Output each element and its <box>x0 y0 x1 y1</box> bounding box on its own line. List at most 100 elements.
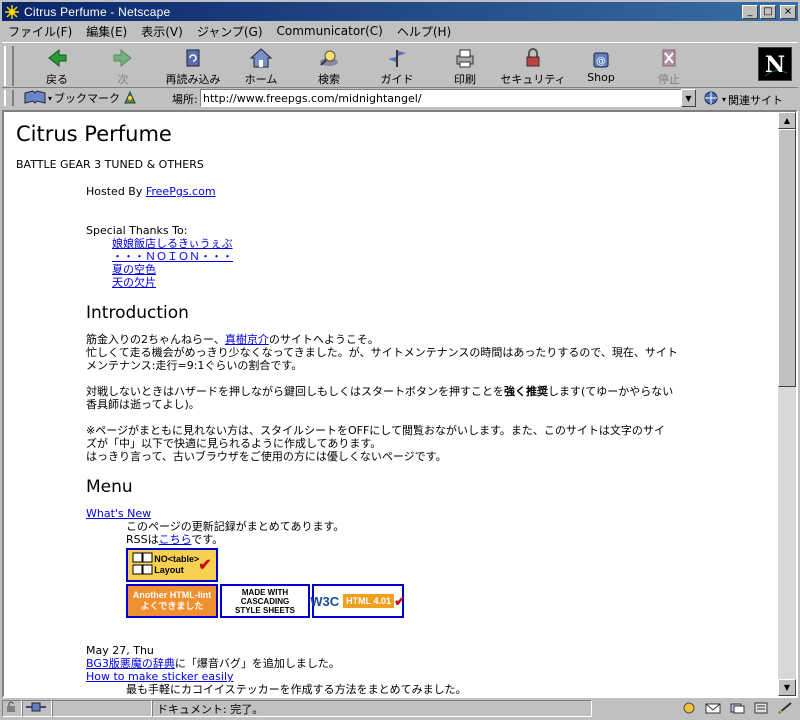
hosted-by: Hosted By FreePgs.com <box>86 185 768 198</box>
freepgs-link[interactable]: FreePgs.com <box>146 185 216 198</box>
navigation-toolbar: 戻る 次 再読み込み ホーム 検索 ガイド 印刷 セキュリティ @ Shop 停… <box>2 42 798 88</box>
back-icon <box>44 47 70 69</box>
html-lint-line1: Another HTML-lint <box>132 590 212 600</box>
menu-file[interactable]: ファイル(F) <box>8 23 72 40</box>
css-badge[interactable]: MADE WITH CASCADING STYLE SHEETS <box>220 584 310 618</box>
scroll-down-button[interactable]: ▼ <box>778 679 796 696</box>
location-grip[interactable] <box>4 90 14 106</box>
progress-cell <box>52 700 152 717</box>
home-button[interactable]: ホーム <box>228 47 294 87</box>
scroll-thumb[interactable] <box>778 129 796 387</box>
menu-bar: ファイル(F) 編集(E) 表示(V) ジャンプ(G) Communicator… <box>2 22 798 40</box>
print-label: 印刷 <box>454 73 476 86</box>
navigator-icon[interactable] <box>680 701 698 715</box>
maximize-button[interactable]: □ <box>760 4 776 19</box>
intro-p2-post: します(てゆーかやらない <box>548 385 674 398</box>
bg3-dictionary-link[interactable]: BG3版悪魔の辞典 <box>86 657 175 670</box>
netscape-app-icon[interactable] <box>4 4 20 20</box>
shop-button[interactable]: @ Shop <box>568 47 634 87</box>
html-lint-badge[interactable]: Another HTML-lint よくできました <box>126 584 218 618</box>
related-sites-button[interactable]: ▾ 関連サイト <box>702 90 783 109</box>
thanks-link-1[interactable]: 娘娘飯店しるきぃうぇぶ <box>112 237 233 250</box>
guide-button[interactable]: ガイド <box>364 47 430 87</box>
scroll-up-button[interactable]: ▲ <box>778 112 796 129</box>
url-dropdown-button[interactable]: ▼ <box>681 89 696 107</box>
minimize-button[interactable]: _ <box>742 4 758 19</box>
author-link[interactable]: 真樹京介 <box>225 333 269 346</box>
intro-p1-line3: メンテナンス:走行=9:1ぐらいの割合です。 <box>86 359 303 372</box>
thanks-link-2[interactable]: ・・・ＮＯＩＯＮ・・・ <box>112 250 233 263</box>
no-table-layout-badge-inner: NO<table> Layout ✔ <box>128 550 216 580</box>
stop-button[interactable]: 停止 <box>636 47 702 87</box>
no-table-layout-badge[interactable]: NO<table> Layout ✔ <box>126 548 218 582</box>
page-content[interactable]: Citrus Perfume BATTLE GEAR 3 TUNED & OTH… <box>4 112 778 696</box>
menu-go[interactable]: ジャンプ(G) <box>197 23 263 40</box>
lock-icon <box>5 701 17 716</box>
related-sites-label: 関連サイト <box>728 93 784 107</box>
back-button[interactable]: 戻る <box>24 47 90 87</box>
back-label: 戻る <box>46 73 68 86</box>
menu-communicator[interactable]: Communicator(C) <box>277 24 383 38</box>
toolbar-grip[interactable] <box>4 46 14 86</box>
forward-icon <box>110 47 136 69</box>
location-toolbar: ▾ ブックマーク 場所: ▼ ▾ 関連サイト <box>2 88 798 108</box>
intro-p3-line2: ズが「中」以下で快適に見られるように作成してあります。 <box>86 437 382 450</box>
page-title: Citrus Perfume <box>16 122 172 146</box>
component-bar <box>680 701 794 715</box>
menu-view[interactable]: 表示(V) <box>141 23 183 40</box>
w3c-logo-text: W3C <box>310 593 340 609</box>
thanks-link-3[interactable]: 夏の空色 <box>112 263 156 276</box>
intro-p2-pre: 対戦しないときはハザードを押しながら鍵回しもしくはスタートボタンを押すことを <box>86 385 504 398</box>
sticker-howto-link[interactable]: How to make sticker easily <box>86 670 234 683</box>
mail-icon[interactable] <box>704 701 722 715</box>
shop-icon: @ <box>588 47 614 69</box>
print-button[interactable]: 印刷 <box>432 47 498 87</box>
url-input[interactable] <box>200 89 682 107</box>
newsgroups-icon[interactable] <box>728 701 746 715</box>
close-button[interactable]: × <box>780 4 796 19</box>
page-proxy-icon[interactable] <box>122 89 138 108</box>
title-bar[interactable]: Citrus Perfume - Netscape _ □ × <box>2 2 798 21</box>
guide-icon <box>384 47 410 69</box>
reload-button[interactable]: 再読み込み <box>160 47 226 87</box>
intro-heading: Introduction <box>86 303 189 323</box>
intro-p2-line2: 香具師は逝ってよし)。 <box>86 398 200 411</box>
rss-post: です。 <box>191 533 224 546</box>
composer-icon[interactable] <box>776 701 794 715</box>
address-book-icon[interactable] <box>752 701 770 715</box>
connection-status[interactable] <box>22 700 52 717</box>
squares-icon <box>132 552 153 575</box>
bookmarks-button[interactable]: ▾ ブックマーク <box>24 89 120 108</box>
intro-paragraph-2: 対戦しないときはハザードを押しながら鍵回しもしくはスタートボタンを押すことを強く… <box>86 385 768 411</box>
intro-p2-bold: 強く推奨 <box>504 385 548 398</box>
security-status[interactable] <box>2 700 22 717</box>
vertical-scrollbar[interactable]: ▲ ▼ <box>778 112 796 696</box>
checkmark-icon: ✔ <box>394 592 406 609</box>
intro-p1-pre: 筋金入りの2ちゃんねらー、 <box>86 333 225 346</box>
rss-link[interactable]: こちら <box>159 533 192 546</box>
dropdown-arrow-icon: ▾ <box>722 95 727 104</box>
reload-label: 再読み込み <box>165 73 221 86</box>
whats-new-link[interactable]: What's New <box>86 507 151 520</box>
menu-heading: Menu <box>86 477 133 497</box>
hosted-prefix: Hosted By <box>86 185 146 198</box>
security-label: セキュリティ <box>500 73 566 86</box>
search-button[interactable]: 検索 <box>296 47 362 87</box>
menu-edit[interactable]: 編集(E) <box>86 23 127 40</box>
menu-help[interactable]: ヘルプ(H) <box>397 23 451 40</box>
search-label: 検索 <box>318 73 340 86</box>
news1-text: に「爆音バグ」を追加しました。 <box>174 657 340 670</box>
content-frame: Citrus Perfume BATTLE GEAR 3 TUNED & OTH… <box>2 110 798 698</box>
security-button[interactable]: セキュリティ <box>500 47 566 87</box>
netscape-throbber-logo[interactable]: N <box>758 47 792 81</box>
forward-button[interactable]: 次 <box>90 47 156 87</box>
w3c-badge-inner: W3C HTML 4.01 ✔ <box>310 586 406 616</box>
shop-label: Shop <box>587 71 615 84</box>
svg-text:@: @ <box>596 56 606 67</box>
thanks-link-4[interactable]: 天の欠片 <box>112 276 156 289</box>
reload-icon <box>180 47 206 69</box>
guide-label: ガイド <box>380 73 414 86</box>
security-icon <box>520 47 546 69</box>
intro-p1-line2: 忙しくて走る機会がめっきり少なくなってきました。が、サイトメンテナンスの時間はあ… <box>86 346 678 359</box>
w3c-html401-badge[interactable]: W3C HTML 4.01 ✔ <box>310 584 406 618</box>
